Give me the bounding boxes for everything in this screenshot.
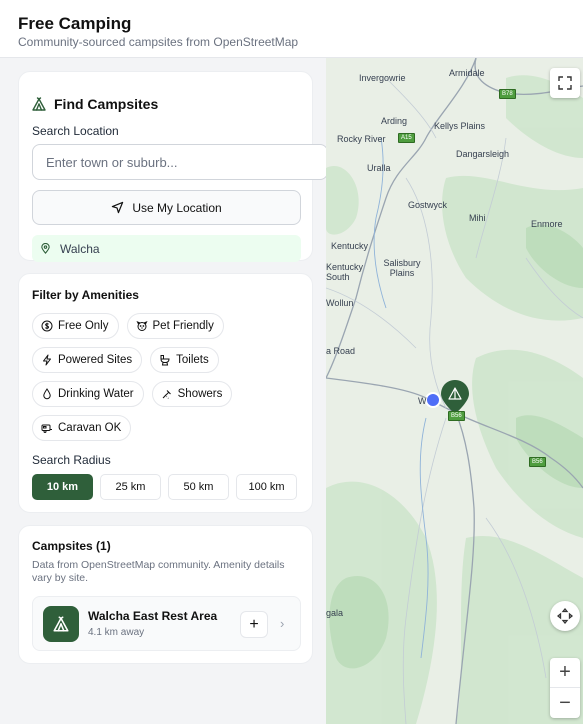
find-campsites-title: Find Campsites — [54, 96, 159, 112]
add-campsite-button[interactable]: + — [240, 611, 268, 638]
map-place-label: Salisbury Plains — [383, 258, 421, 278]
dog-icon — [135, 321, 148, 331]
map-terrain — [326, 58, 583, 724]
campsite-name: Walcha East Rest Area — [88, 609, 218, 623]
map-place-label: Invergowrie — [359, 73, 406, 83]
map-place-label: Dangarsleigh — [456, 149, 510, 159]
map-pin-icon — [41, 243, 50, 254]
find-campsites-card: Find Campsites Search Location Use My Lo… — [18, 71, 328, 262]
campsite-list-item[interactable]: Walcha East Rest Area 4.1 km away + › — [32, 596, 301, 651]
search-location-label: Search Location — [32, 124, 119, 138]
map-place-label: Kentucky South — [326, 262, 364, 282]
map-view[interactable]: Invergowrie Armidale Arding Kellys Plain… — [326, 58, 583, 724]
toilet-icon — [160, 355, 170, 366]
current-location-text: Walcha — [60, 241, 100, 256]
amenity-chip-label: Powered Sites — [58, 354, 133, 366]
map-place-label: Armidale — [449, 68, 485, 78]
campsite-distance: 4.1 km away — [88, 627, 145, 638]
tent-icon — [32, 97, 46, 111]
road-shield: B56 — [529, 457, 546, 467]
campsites-data-note: Data from OpenStreetMap community. Ameni… — [32, 559, 285, 584]
shower-icon — [162, 390, 171, 399]
map-place-label: a Road — [326, 346, 356, 356]
amenity-chip-free-only[interactable]: Free Only — [32, 313, 119, 339]
amenity-chip-drinking-water[interactable]: Drinking Water — [32, 381, 144, 407]
search-location-input[interactable] — [32, 144, 328, 180]
amenity-chip-label: Caravan OK — [58, 422, 122, 434]
water-drop-icon — [43, 388, 51, 400]
navigation-arrow-icon — [112, 201, 124, 214]
app-title: Free Camping — [18, 14, 132, 33]
amenity-chip-label: Free Only — [58, 320, 109, 332]
map-place-label: Wollun — [326, 298, 354, 308]
map-place-label: Arding — [381, 116, 408, 126]
zoom-in-button[interactable]: + — [550, 658, 580, 688]
radius-option-100km[interactable]: 100 km — [236, 474, 297, 500]
map-place-label: Rocky River — [337, 134, 386, 144]
current-location-display: Walcha — [32, 235, 301, 262]
map-place-label: Uralla — [367, 163, 391, 173]
road-shield: A15 — [398, 133, 415, 143]
amenity-chip-toilets[interactable]: Toilets — [150, 347, 219, 373]
amenity-chips: Free Only Pet Friendly Powered Sites Toi… — [32, 313, 312, 441]
radius-option-10km[interactable]: 10 km — [32, 474, 93, 500]
use-my-location-label: Use My Location — [132, 200, 222, 215]
caravan-icon — [41, 424, 52, 433]
lightning-icon — [43, 354, 51, 366]
amenity-chip-label: Pet Friendly — [152, 320, 214, 332]
map-place-label: gala — [326, 608, 344, 618]
map-place-label: Kellys Plains — [434, 121, 486, 131]
filter-amenities-title: Filter by Amenities — [32, 288, 139, 302]
campsite-map-marker[interactable] — [441, 380, 469, 414]
amenity-chip-powered-sites[interactable]: Powered Sites — [32, 347, 143, 373]
amenity-chip-showers[interactable]: Showers — [151, 381, 233, 407]
road-shield: B56 — [448, 411, 465, 421]
amenity-chip-label: Drinking Water — [58, 388, 134, 400]
amenity-chip-pet-friendly[interactable]: Pet Friendly — [126, 313, 224, 339]
app-subtitle: Community-sourced campsites from OpenStr… — [18, 35, 299, 49]
user-location-dot — [425, 392, 441, 408]
map-place-label: Kentucky — [331, 241, 369, 251]
radius-option-25km[interactable]: 25 km — [100, 474, 161, 500]
search-radius-label: Search Radius — [32, 453, 111, 467]
map-place-label: Mihi — [469, 213, 486, 223]
use-my-location-button[interactable]: Use My Location — [32, 190, 301, 225]
app-header: Free Camping Community-sourced campsites… — [0, 0, 583, 58]
campsites-results-card: Campsites (1) Data from OpenStreetMap co… — [18, 525, 313, 664]
recenter-button[interactable] — [550, 601, 580, 631]
zoom-out-button[interactable]: − — [550, 688, 580, 718]
map-place-label: Enmore — [531, 219, 563, 229]
campsite-tent-icon — [43, 606, 79, 642]
amenity-chip-caravan-ok[interactable]: Caravan OK — [32, 415, 132, 441]
road-shield: B78 — [499, 89, 516, 99]
radius-option-50km[interactable]: 50 km — [168, 474, 229, 500]
search-radius-options: 10 km 25 km 50 km 100 km — [32, 474, 297, 500]
chevron-right-icon[interactable]: › — [280, 616, 284, 631]
filter-amenities-card: Filter by Amenities Free Only Pet Friend… — [18, 273, 313, 513]
map-place-label: W — [418, 396, 427, 406]
zoom-controls: + − — [550, 658, 580, 718]
campsites-count-title: Campsites (1) — [32, 539, 111, 553]
recenter-icon — [557, 608, 573, 624]
map-place-label: Gostwyck — [408, 200, 448, 210]
amenity-chip-label: Toilets — [176, 354, 209, 366]
dollar-icon — [41, 320, 53, 332]
find-campsites-heading: Find Campsites — [31, 96, 158, 112]
sidebar: Find Campsites Search Location Use My Lo… — [0, 58, 328, 724]
fullscreen-button[interactable] — [550, 68, 580, 98]
amenity-chip-label: Showers — [177, 388, 223, 400]
fullscreen-icon — [558, 76, 572, 90]
